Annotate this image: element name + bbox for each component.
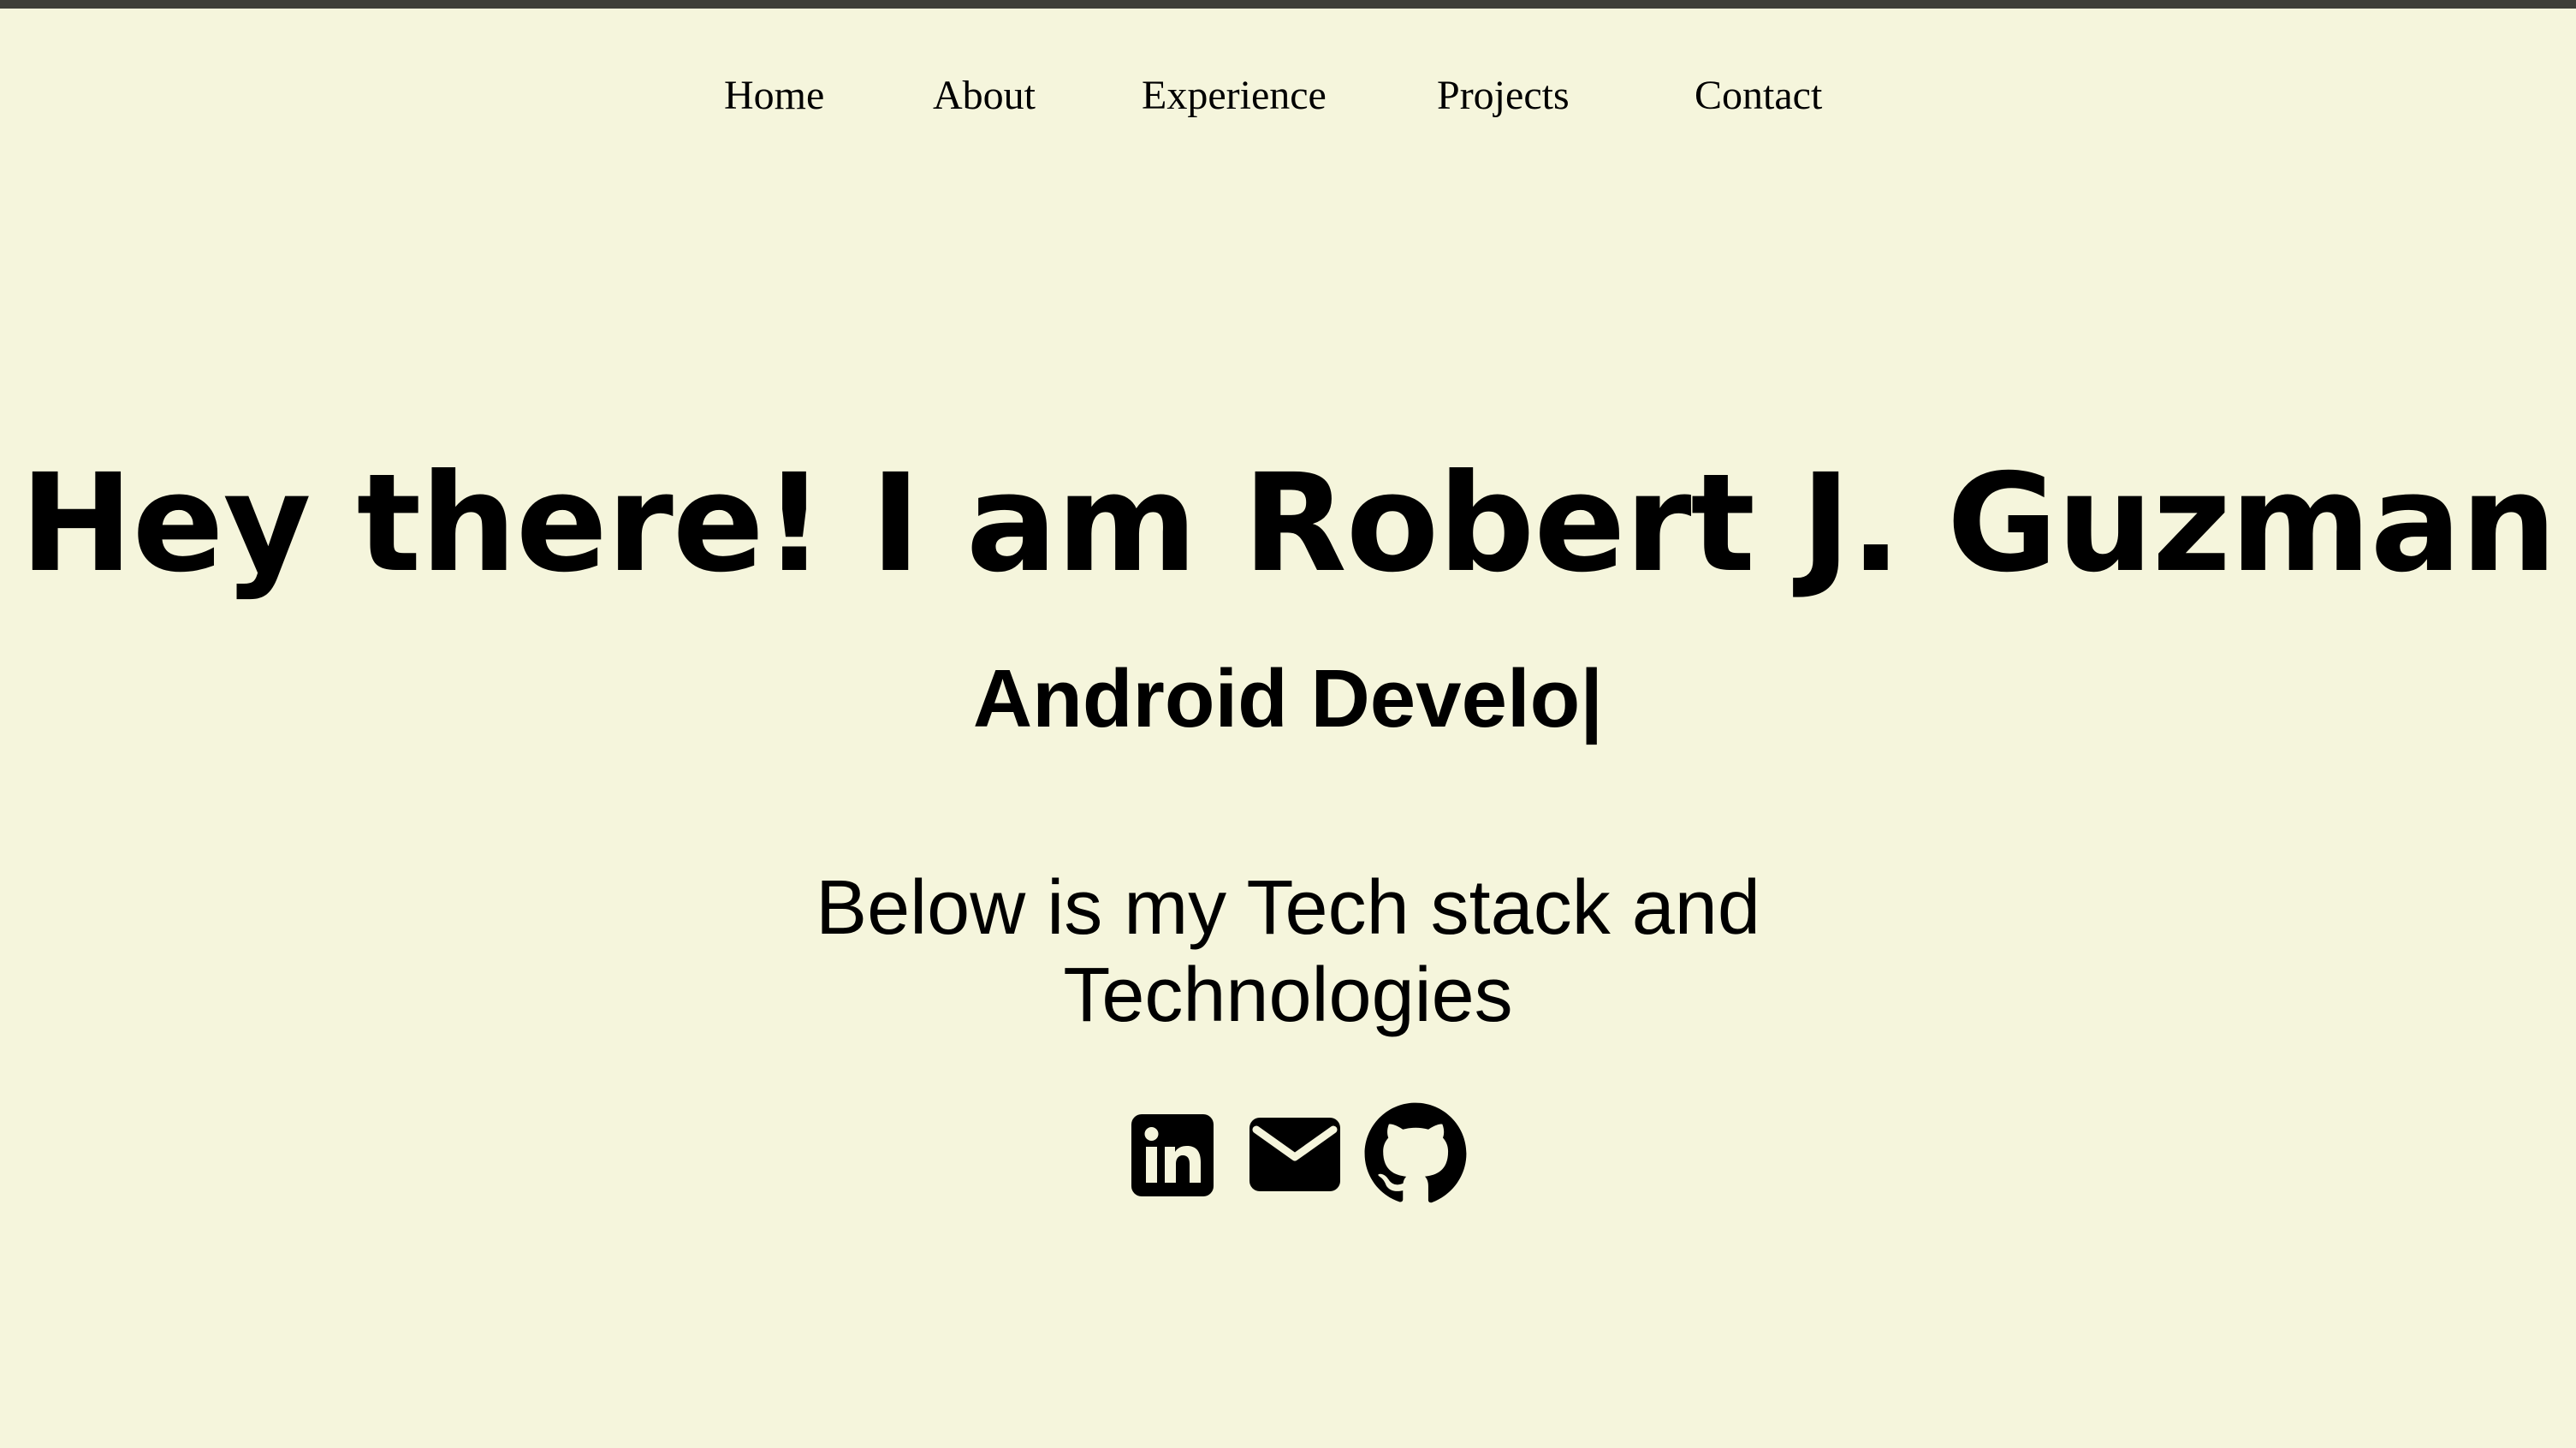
linkedin-icon [1131, 1114, 1214, 1196]
nav-link-experience[interactable]: Experience [1142, 62, 1327, 130]
nav-link-contact[interactable]: Contact [1695, 62, 1822, 130]
email-link[interactable] [1249, 1116, 1340, 1193]
github-link[interactable] [1362, 1101, 1469, 1207]
tech-stack-intro: Below is my Tech stack and Technologies [0, 864, 2576, 1039]
tech-stack-intro-line-2: Technologies [1063, 952, 1513, 1038]
github-icon [1364, 1102, 1467, 1203]
linkedin-link[interactable] [1131, 1114, 1214, 1196]
email-icon [1249, 1118, 1340, 1191]
hero-subtitle: Android Develo| [972, 653, 1604, 745]
hero-title: Hey there! I am Robert J. Guzman [20, 445, 2556, 602]
tech-stack-intro-line-1: Below is my Tech stack and [816, 865, 1760, 951]
nav-link-about[interactable]: About [933, 62, 1036, 130]
social-links [1131, 1101, 1474, 1207]
top-border [0, 0, 2576, 9]
nav-link-projects[interactable]: Projects [1437, 62, 1570, 130]
nav-link-home[interactable]: Home [724, 62, 824, 130]
